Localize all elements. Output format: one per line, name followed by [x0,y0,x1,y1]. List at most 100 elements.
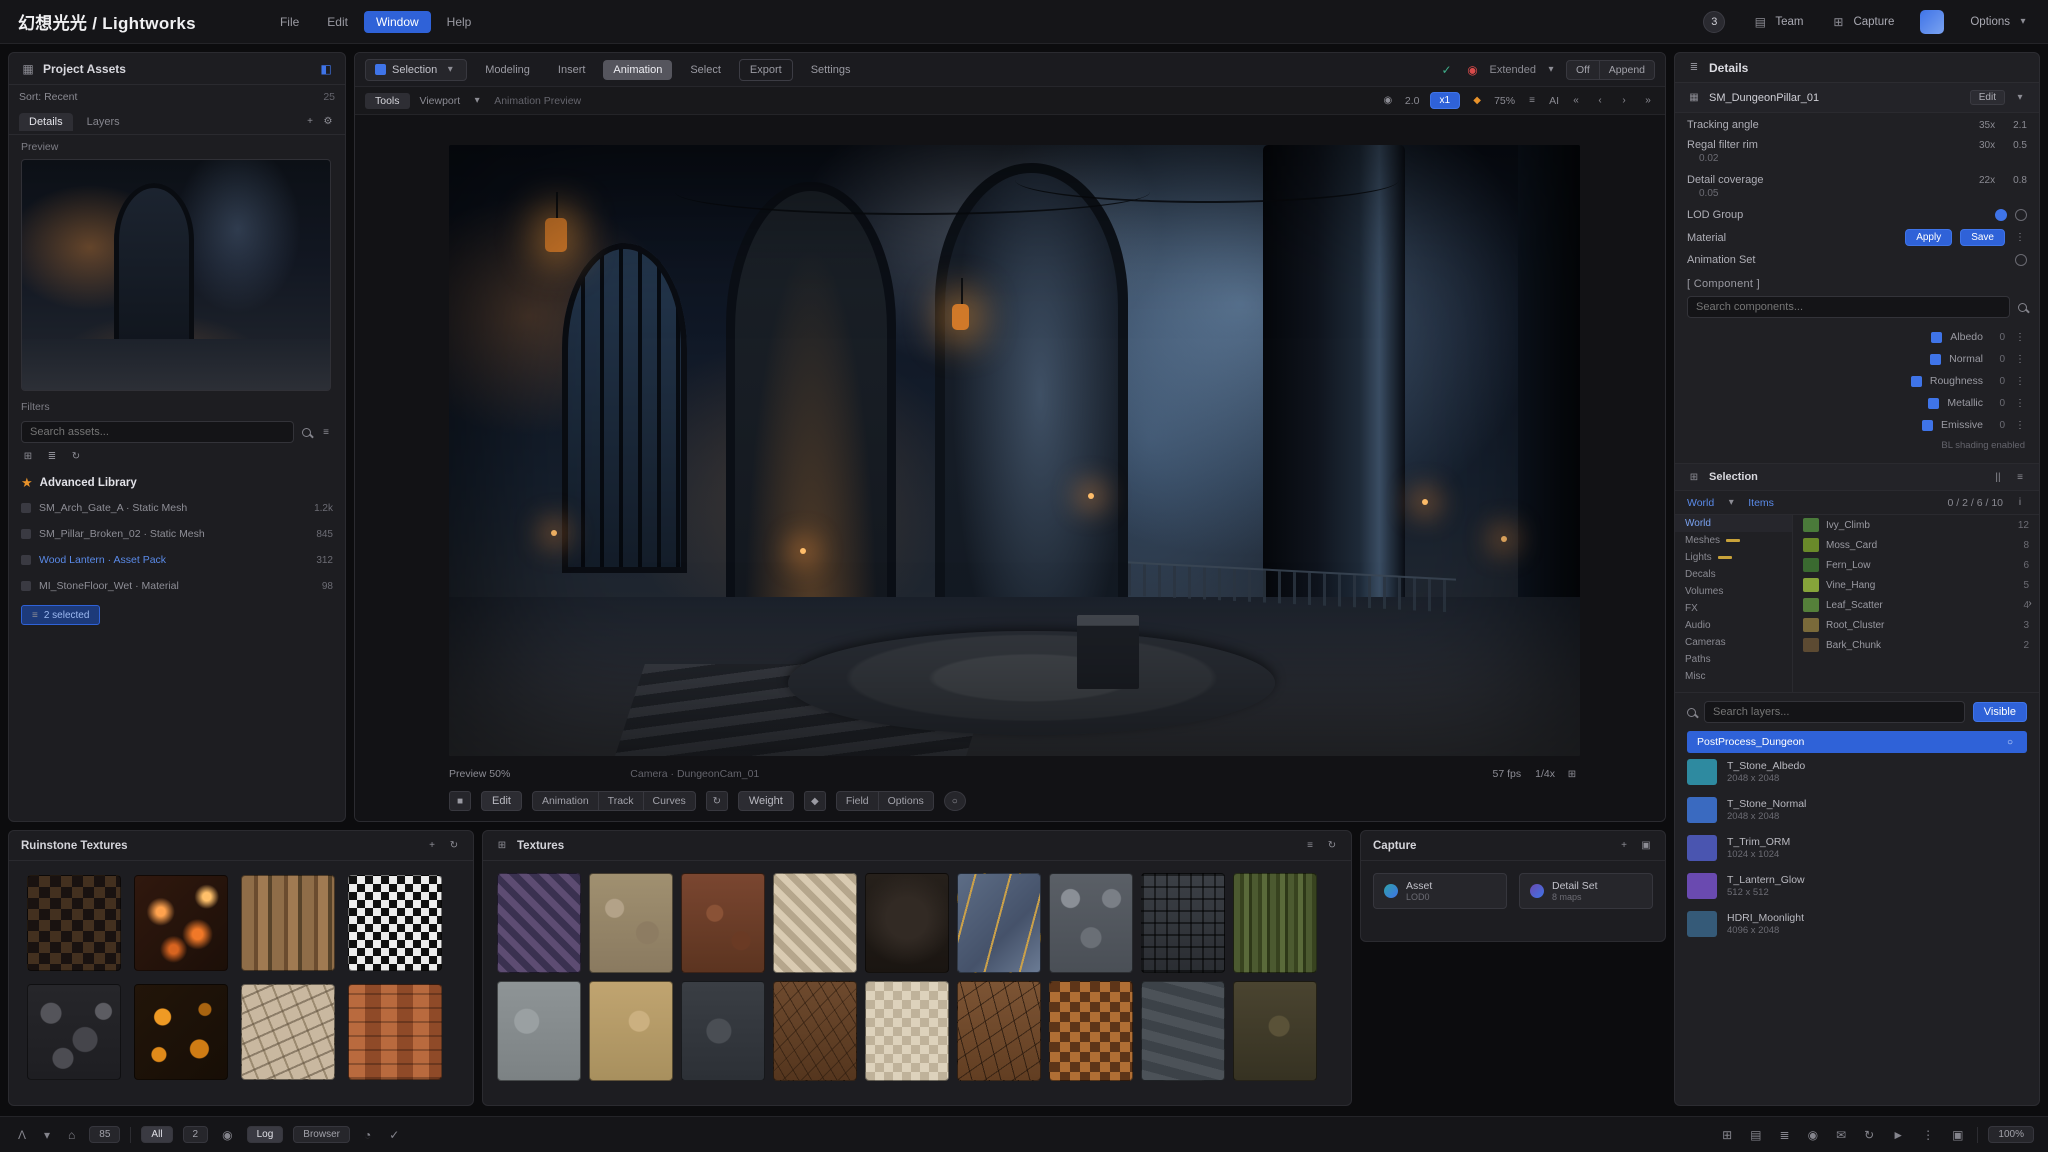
texture-thumbnail[interactable] [1233,873,1317,973]
tab-details[interactable]: Details [19,113,73,131]
texture-asset-row[interactable]: HDRI_Moonlight4096 x 2048 [1675,905,2039,943]
category-item[interactable]: Cameras [1675,634,1792,651]
filter-menu-icon[interactable]: ≡ [319,425,333,439]
chevron-down-icon[interactable]: ▾ [40,1128,54,1142]
next-frame-icon[interactable]: › [1617,94,1631,108]
selected-object-row[interactable]: ▦ SM_DungeonPillar_01 Edit ▾ [1675,83,2039,113]
texture-thumbnail[interactable] [1141,873,1225,973]
dots-icon[interactable]: ⋮ [2013,352,2027,366]
texture-thumbnail[interactable] [957,873,1041,973]
keyframe-icon[interactable]: ■ [449,791,471,811]
lambda-icon[interactable]: Λ [14,1128,30,1142]
grid-icon[interactable]: ⊞ [1718,1128,1736,1142]
playback-speed[interactable]: 1/4x [1535,768,1555,780]
visible-button[interactable]: Visible [1973,702,2027,722]
toolbar-insert-button[interactable]: Insert [548,60,596,80]
texture-asset-row[interactable]: T_Stone_Normal2048 x 2048 [1675,791,2039,829]
tab-viewport[interactable]: Viewport [420,95,461,107]
category-item[interactable]: Meshes [1675,532,1792,549]
lod-toggle-off[interactable] [2015,209,2027,221]
shield-icon[interactable]: ▣ [1639,839,1653,853]
texture-thumbnail[interactable] [957,981,1041,1081]
item-row[interactable]: Root_Cluster3 [1793,615,2039,635]
dots-icon[interactable]: ⋮ [2013,231,2027,245]
category-item[interactable]: Volumes [1675,583,1792,600]
menu-window[interactable]: Window [364,11,431,33]
visibility-icon[interactable]: ○ [2003,735,2017,749]
play-icon[interactable]: ► [1888,1128,1908,1142]
refresh-icon[interactable]: ↻ [447,839,461,853]
pause-icon[interactable]: || [1991,470,2005,484]
filter-two-pill[interactable]: 2 [183,1126,209,1143]
toggle-off[interactable]: Off [1567,61,1600,79]
more-icon[interactable]: ⋮ [1918,1128,1938,1142]
view-options-icon[interactable]: ≡ [1525,94,1539,108]
add-icon[interactable]: + [1617,839,1631,853]
texture-thumbnail[interactable] [1049,981,1133,1081]
category-item[interactable]: Decals [1675,566,1792,583]
component-row[interactable]: Emissive 0 ⋮ [1675,414,2039,436]
tab-mode-label[interactable]: Animation Preview [494,95,581,107]
list-icon[interactable]: ≡ [2013,470,2027,484]
loop-icon[interactable]: ↻ [706,791,728,811]
user-avatar[interactable] [1920,10,1944,34]
add-icon[interactable]: + [303,115,317,129]
item-row[interactable]: Moss_Card8 [1793,535,2039,555]
preview-quality-label[interactable]: Preview 50% [449,768,510,780]
shield-icon[interactable]: ▣ [1948,1128,1967,1142]
dots-icon[interactable]: ⋮ [2013,330,2027,344]
tab-tools[interactable]: Tools [365,93,410,109]
selection-tag[interactable]: ≡ 2 selected [21,605,100,625]
property-row[interactable]: Tracking angle 35x 2.1 [1675,113,2039,133]
items-column-label[interactable]: Items [1748,497,1774,509]
texture-thumbnail[interactable] [773,981,857,1081]
search-icon[interactable] [1687,708,1696,717]
gear-icon[interactable]: ⚙ [321,115,335,129]
asset-list-item[interactable]: SM_Pillar_Broken_02 · Static Mesh 845 [9,521,345,547]
texture-thumbnail[interactable] [348,984,442,1080]
item-row[interactable]: Leaf_Scatter4 [1793,595,2039,615]
grid-view-icon[interactable]: ⊞ [21,449,35,463]
check-icon[interactable]: ✓ [385,1128,403,1142]
scene-preview-thumbnail[interactable] [21,159,331,391]
texture-asset-row[interactable]: T_Lantern_Glow512 x 512 [1675,867,2039,905]
component-row[interactable]: Albedo 0 ⋮ [1675,326,2039,348]
prev-frame-icon[interactable]: ‹ [1593,94,1607,108]
mode-track[interactable]: Track [599,792,644,810]
toolbar-modeling-button[interactable]: Modeling [475,60,540,80]
texture-thumbnail[interactable] [1141,981,1225,1081]
category-item[interactable]: World [1675,515,1792,532]
component-row[interactable]: Normal 0 ⋮ [1675,348,2039,370]
item-row[interactable]: Fern_Low6 [1793,555,2039,575]
field-button[interactable]: Field [837,792,879,810]
menu-help[interactable]: Help [435,11,484,33]
flame-icon[interactable]: ◆ [1470,94,1484,108]
last-frame-icon[interactable]: » [1641,94,1655,108]
category-item[interactable]: Audio [1675,617,1792,634]
item-row[interactable]: Ivy_Climb12 [1793,515,2039,535]
info-icon[interactable]: i [2013,496,2027,510]
edit-button[interactable]: Edit [481,791,522,811]
mail-icon[interactable]: ✉ [1832,1128,1850,1142]
clock-icon[interactable]: ◔ [360,1128,375,1142]
resolution-percent[interactable]: 75% [1494,95,1515,107]
texture-thumbnail[interactable] [865,981,949,1081]
texture-thumbnail[interactable] [241,984,335,1080]
property-row[interactable]: Detail coverage 22x 0.8 [1675,168,2039,188]
topbar-capture[interactable]: ⊞ Capture [1829,13,1894,31]
topbar-team[interactable]: ▤ Team [1751,13,1803,31]
category-item[interactable]: Paths [1675,651,1792,668]
toggle-append[interactable]: Append [1600,61,1654,79]
camera-icon[interactable]: ◉ [1381,94,1395,108]
key-icon[interactable]: ◆ [804,791,826,811]
texture-thumbnail[interactable] [134,875,228,971]
search-icon[interactable] [302,428,311,437]
toolbar-settings-button[interactable]: Settings [801,60,861,80]
sync-icon[interactable]: ↻ [1860,1128,1878,1142]
texture-thumbnail[interactable] [1233,981,1317,1081]
texture-thumbnail[interactable] [865,873,949,973]
capture-item-detail[interactable]: Detail Set8 maps [1519,873,1653,909]
component-row[interactable]: Roughness 0 ⋮ [1675,370,2039,392]
ai-label[interactable]: AI [1549,95,1559,107]
chevron-down-icon[interactable]: ▾ [2013,91,2027,105]
